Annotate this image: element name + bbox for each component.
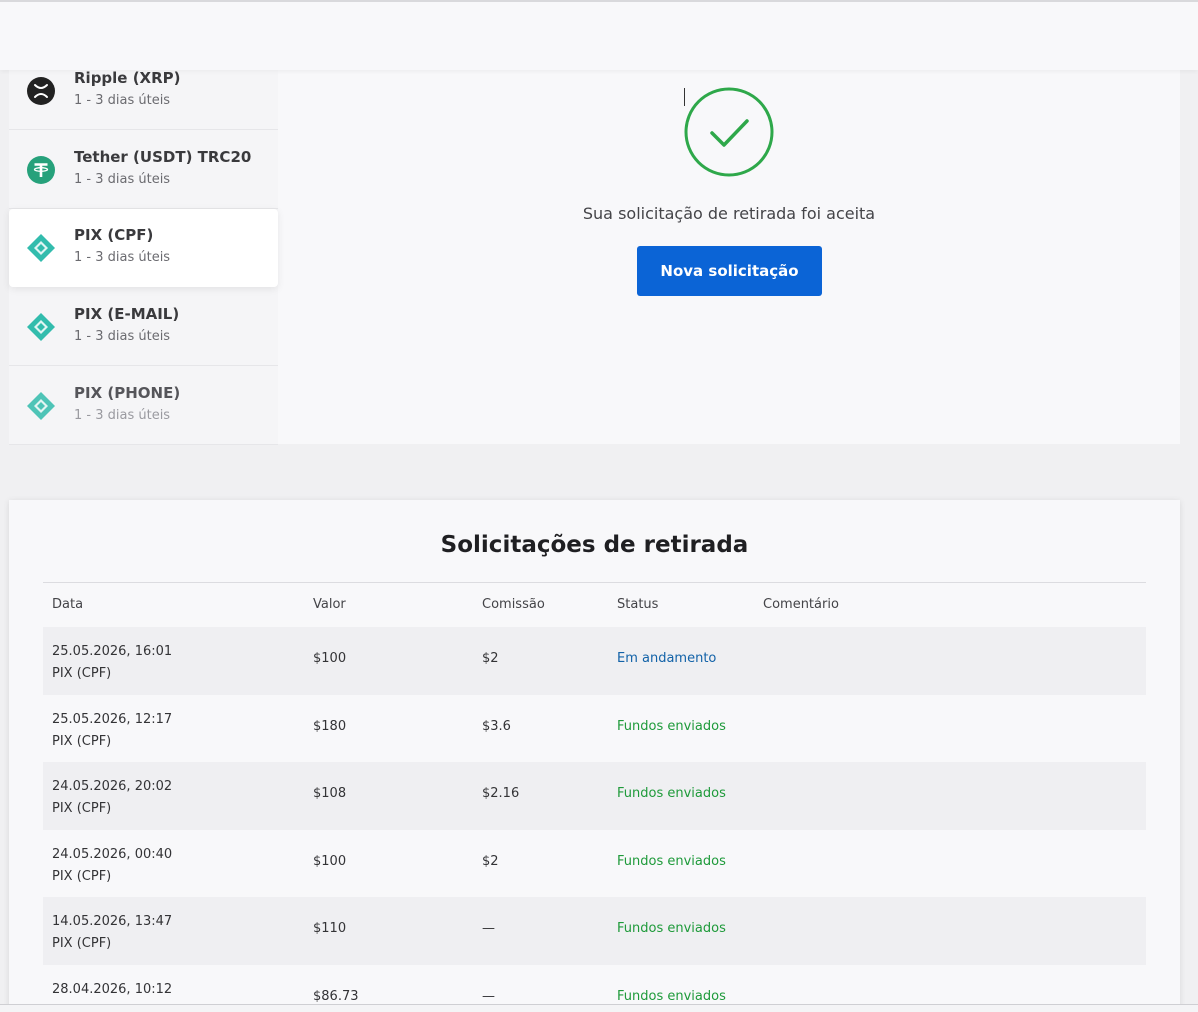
cell-date: 28.04.2026, 10:12: [52, 979, 172, 1001]
cell-value: $110: [313, 921, 347, 936]
cell-date: 24.05.2026, 00:40 PIX (CPF): [52, 844, 172, 888]
tether-icon: [26, 155, 56, 185]
withdrawal-success-panel: Sua solicitação de retirada foi aceita N…: [278, 52, 1180, 444]
request-method: PIX (CPF): [52, 666, 112, 681]
method-item-pix-phone[interactable]: PIX (PHONE) 1 - 3 dias úteis: [9, 367, 278, 445]
request-date: 24.05.2026, 00:40: [52, 846, 173, 862]
request-date: 14.05.2026, 13:47: [52, 914, 173, 929]
section-title: Solicitações de retirada: [440, 532, 749, 558]
cell-value: $86.73: [313, 988, 359, 1004]
column-header-comment: Comentário: [763, 597, 839, 612]
column-header-date: Data: [52, 597, 84, 612]
request-date: 25.05.2026, 12:17: [52, 711, 173, 727]
withdrawal-requests-table: Data Valor Comissão Status Comentário 25…: [43, 582, 1146, 1012]
cell-commission: $2: [482, 651, 499, 666]
pix-icon: [26, 391, 56, 421]
cell-date: 25.05.2026, 16:01 PIX (CPF): [52, 641, 172, 685]
method-name: PIX (E-MAIL): [74, 305, 180, 323]
cell-commission: —: [482, 921, 495, 936]
cell-value: $100: [313, 853, 347, 869]
cell-status: Fundos enviados: [617, 988, 726, 1004]
cell-value: $108: [313, 786, 347, 801]
column-header-value: Valor: [313, 597, 346, 612]
method-name: PIX (PHONE): [74, 384, 181, 402]
cell-date: 25.05.2026, 12:17 PIX (CPF): [52, 709, 172, 753]
request-method: PIX (CPF): [52, 801, 112, 816]
cell-commission: $2.16: [482, 786, 520, 801]
method-item-tether[interactable]: Tether (USDT) TRC20 1 - 3 dias úteis: [9, 131, 278, 209]
table-row: 24.05.2026, 20:02 PIX (CPF) $108 $2.16 F…: [43, 762, 1146, 830]
pix-icon: [26, 312, 56, 342]
bottom-edge-bar: [0, 1004, 1198, 1012]
request-method: PIX (CPF): [52, 733, 112, 749]
cell-commission: $2: [482, 853, 499, 869]
column-header-commission: Comissão: [482, 597, 545, 612]
method-item-pix-email[interactable]: PIX (E-MAIL) 1 - 3 dias úteis: [9, 288, 278, 366]
request-method: PIX (CPF): [52, 868, 112, 884]
new-request-button[interactable]: Nova solicitação: [637, 246, 822, 296]
method-name: PIX (CPF): [74, 226, 154, 244]
method-processing-time: 1 - 3 dias úteis: [74, 93, 171, 108]
table-row: 25.05.2026, 16:01 PIX (CPF) $100 $2 Em a…: [43, 627, 1146, 695]
cell-date: 24.05.2026, 20:02 PIX (CPF): [52, 776, 172, 820]
payment-methods-list: Ripple (XRP) 1 - 3 dias úteis Tether (US…: [9, 52, 278, 445]
withdrawal-requests-card: Solicitações de retirada Data Valor Comi…: [9, 500, 1180, 1012]
method-name: Ripple (XRP): [74, 69, 181, 87]
cell-date: 14.05.2026, 13:47 PIX (CPF): [52, 911, 172, 955]
check-circle-icon: [684, 87, 774, 177]
cell-status: Fundos enviados: [617, 718, 726, 734]
table-row: 14.05.2026, 13:47 PIX (CPF) $110 — Fundo…: [43, 897, 1146, 965]
cell-value: $180: [313, 718, 347, 734]
method-processing-time: 1 - 3 dias úteis: [74, 408, 171, 423]
method-processing-time: 1 - 3 dias úteis: [74, 329, 171, 344]
cell-status: Fundos enviados: [617, 921, 726, 936]
request-date: 25.05.2026, 16:01: [52, 644, 173, 659]
request-date: 24.05.2026, 20:02: [52, 779, 173, 794]
method-name: Tether (USDT) TRC20: [74, 148, 252, 166]
cell-value: $100: [313, 651, 347, 666]
cell-status: Fundos enviados: [617, 853, 726, 869]
method-processing-time: 1 - 3 dias úteis: [74, 250, 171, 265]
success-message: Sua solicitação de retirada foi aceita: [582, 204, 876, 223]
column-header-status: Status: [617, 597, 659, 612]
method-processing-time: 1 - 3 dias úteis: [74, 172, 171, 187]
table-row: 24.05.2026, 00:40 PIX (CPF) $100 $2 Fund…: [43, 830, 1146, 898]
ripple-icon: [26, 76, 56, 106]
cell-commission: $3.6: [482, 718, 511, 734]
table-row: 25.05.2026, 12:17 PIX (CPF) $180 $3.6 Fu…: [43, 695, 1146, 763]
pix-icon: [26, 233, 56, 263]
method-item-pix-cpf[interactable]: PIX (CPF) 1 - 3 dias úteis: [9, 209, 278, 287]
cell-commission: —: [482, 988, 495, 1004]
cell-status: Em andamento: [617, 651, 717, 666]
request-date: 28.04.2026, 10:12: [52, 981, 173, 997]
table-header: Data Valor Comissão Status Comentário: [43, 583, 1146, 627]
top-bar: [0, 0, 1198, 70]
request-method: PIX (CPF): [52, 936, 112, 951]
cell-status: Fundos enviados: [617, 786, 726, 801]
withdrawal-page: Ripple (XRP) 1 - 3 dias úteis Tether (US…: [0, 0, 1198, 1012]
